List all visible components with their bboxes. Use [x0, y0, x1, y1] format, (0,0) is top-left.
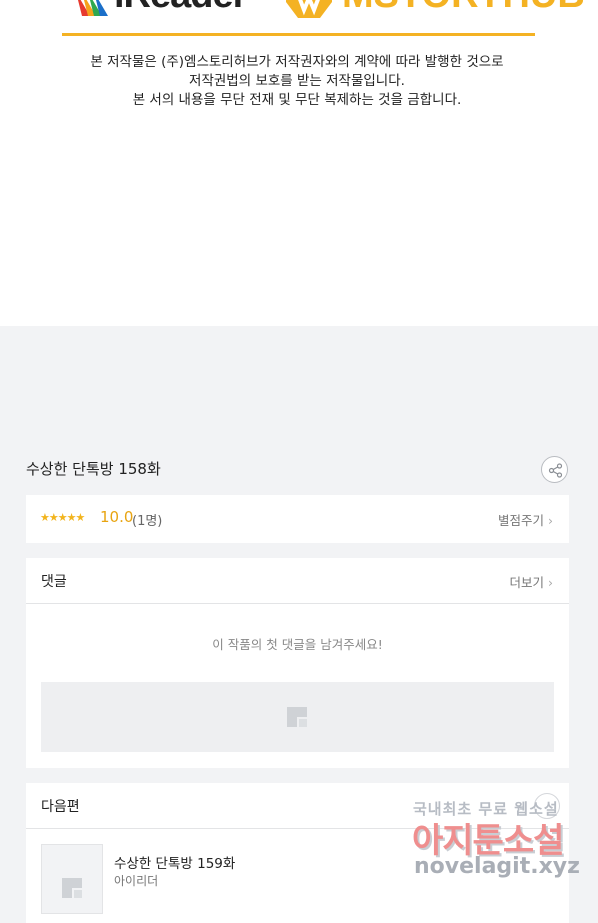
chevron-right-icon: ›: [548, 513, 553, 528]
next-episode-title[interactable]: 수상한 단톡방 159화: [114, 852, 235, 872]
next-episode-author: 아이리더: [114, 874, 159, 888]
copyright-banner: iReader MSTORYHUB 본 저작물은 (주)엠스토리허브가 저작권자…: [0, 0, 598, 326]
rating-count: (1명): [132, 514, 163, 529]
watermark-domain: novelagit.xyz: [414, 854, 580, 879]
copyright-line: 저작권법의 보호를 받는 저작물입니다.: [189, 73, 405, 89]
copyright-line: 본 저작물은 (주)엠스토리허브가 저작권자와의 계약에 따라 발행한 것으로: [90, 54, 504, 70]
share-button[interactable]: [541, 456, 568, 483]
next-episode-section-title: 다음편: [41, 799, 80, 815]
copyright-notice: 본 저작물은 (주)엠스토리허브가 저작권자와의 계약에 따라 발행한 것으로 …: [0, 53, 594, 110]
rate-button[interactable]: 별점주기 ›: [498, 510, 553, 529]
comments-title: 댓글: [41, 574, 67, 590]
star-rating-icons: ★★★★★: [40, 511, 85, 524]
site-watermark: 국내최초 무료 웹소설 아지툰소설 novelagit.xyz: [410, 798, 580, 898]
episode-title: 수상한 단톡방 158화: [26, 460, 161, 478]
ireader-logo-mark: [78, 0, 108, 16]
copyright-line: 본 서의 내용을 무단 전재 및 무단 복제하는 것을 금합니다.: [132, 92, 462, 108]
publisher-logos: iReader MSTORYHUB: [62, 0, 585, 36]
rating-score: 10.0: [100, 508, 134, 526]
comments-more-button[interactable]: 더보기 ›: [509, 572, 553, 591]
logo-divider: [62, 33, 535, 36]
rating-card: ★★★★★ 10.0 (1명) 별점주기 ›: [26, 495, 569, 543]
comment-input-placeholder[interactable]: [41, 682, 554, 752]
comments-header: 댓글 더보기 ›: [26, 558, 569, 604]
comments-card: 댓글 더보기 › 이 작품의 첫 댓글을 남겨주세요!: [26, 558, 569, 768]
image-placeholder-icon: [62, 878, 82, 898]
image-placeholder-icon: [287, 707, 307, 727]
comments-more-label: 더보기: [509, 575, 544, 590]
mstoryhub-logo-text: MSTORYHUB: [342, 0, 585, 17]
share-icon: [548, 463, 563, 478]
ireader-logo-text: iReader: [114, 0, 247, 17]
mstoryhub-logo-mark: [286, 0, 332, 18]
chevron-right-icon: ›: [548, 575, 553, 590]
next-episode-thumbnail[interactable]: [41, 844, 103, 914]
rate-button-label: 별점주기: [497, 513, 544, 528]
empty-comments-message: 이 작품의 첫 댓글을 남겨주세요!: [212, 637, 383, 652]
